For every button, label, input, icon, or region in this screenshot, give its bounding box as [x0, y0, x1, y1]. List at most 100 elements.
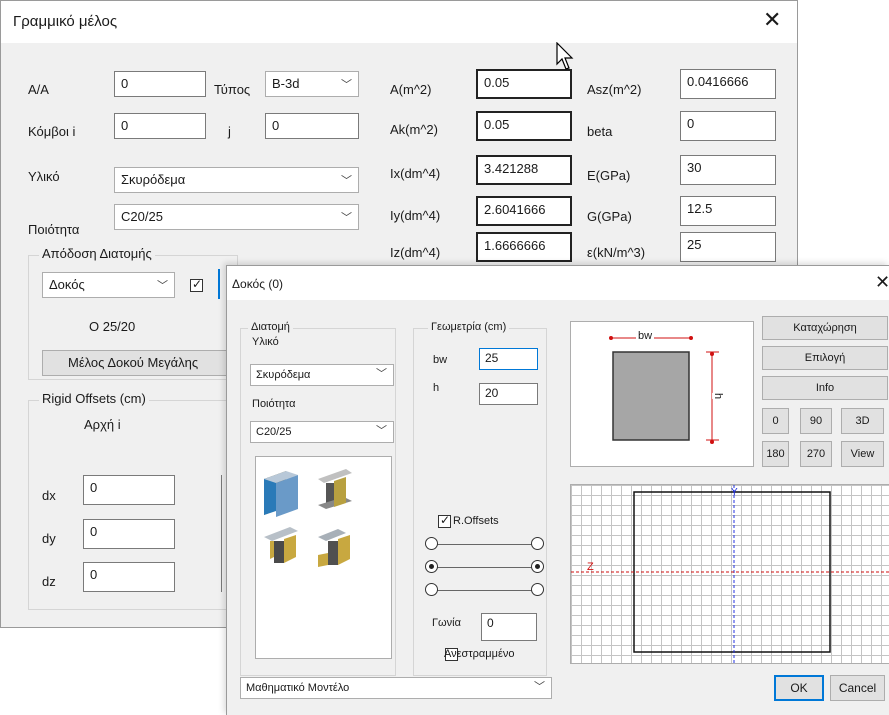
dz-field[interactable]: 0: [83, 562, 175, 592]
beam-dialog: Δοκός (0) ✕ Διατομή Υλικό Σκυρόδεμα ﹀ Πο…: [226, 265, 889, 715]
type-select[interactable]: B-3d ﹀: [265, 71, 359, 97]
dialog-section-label: Διατομή: [248, 321, 293, 333]
plan-grid[interactable]: Y Z: [570, 484, 889, 664]
Asz-field[interactable]: 0.0416666: [680, 69, 776, 99]
type-label: Τύπος: [214, 82, 251, 97]
Ak-label: Ak(m^2): [390, 122, 438, 137]
aa-label: A/A: [28, 82, 49, 97]
view-180-button[interactable]: 180: [762, 441, 789, 467]
model-value: Μαθηματικό Μοντέλο: [246, 682, 350, 694]
G-field[interactable]: 12.5: [680, 196, 776, 226]
section-checkbox[interactable]: ✓: [190, 277, 203, 292]
radio-mid-right[interactable]: [531, 560, 544, 573]
quality-label: Ποιότητα: [28, 222, 80, 237]
eps-label: ε(kN/m^3): [587, 245, 646, 260]
radio-bottom-left[interactable]: [425, 583, 438, 596]
bw-field[interactable]: 25: [479, 348, 538, 370]
cancel-button[interactable]: Cancel: [830, 675, 885, 701]
E-field[interactable]: 30: [680, 155, 776, 185]
chevron-down-icon: ﹀: [157, 280, 168, 292]
dx-label: dx: [42, 488, 56, 503]
dy-label: dy: [42, 531, 56, 546]
Iy-label: Iy(dm^4): [390, 208, 441, 223]
chevron-down-icon: ﹀: [341, 175, 352, 187]
material-value: Σκυρόδεμα: [121, 172, 186, 187]
dialog-titlebar: Δοκός (0) ✕: [227, 266, 889, 300]
A-field[interactable]: 0.05: [476, 69, 572, 99]
section-shapes-icon: [264, 469, 352, 567]
dialog-quality-select[interactable]: C20/25 ﹀: [250, 421, 394, 443]
aa-field[interactable]: 0: [114, 71, 206, 97]
eps-field[interactable]: 25: [680, 232, 776, 262]
node-j-field[interactable]: 0: [265, 113, 359, 139]
view-90-button[interactable]: 90: [800, 408, 832, 434]
dialog-material-select[interactable]: Σκυρόδεμα ﹀: [250, 364, 394, 386]
dialog-quality-value: C20/25: [256, 426, 292, 438]
Ix-label: Ix(dm^4): [390, 166, 441, 181]
save-button[interactable]: Καταχώρηση: [762, 316, 888, 340]
model-select[interactable]: Μαθηματικό Μοντέλο ﹀: [240, 677, 552, 699]
ok-button[interactable]: OK: [774, 675, 824, 701]
dx-field[interactable]: 0: [83, 475, 175, 505]
angle-field[interactable]: 0: [481, 613, 537, 641]
beam-member-label: Μέλος Δοκού Μεγάλης: [68, 355, 199, 370]
chevron-down-icon: ﹀: [376, 425, 387, 437]
axis-y-label: Y: [731, 487, 738, 498]
G-label: G(GPa): [587, 209, 632, 224]
radio-line-1: [437, 544, 537, 545]
section-type-select[interactable]: Δοκός ﹀: [42, 272, 175, 298]
beam-member-button[interactable]: Μέλος Δοκού Μεγάλης: [42, 350, 232, 376]
section-type-value: Δοκός: [49, 277, 85, 292]
radio-top-left[interactable]: [425, 537, 438, 550]
section-shapes-panel[interactable]: [255, 456, 392, 659]
close-icon[interactable]: ✕: [763, 9, 781, 31]
info-button[interactable]: Info: [762, 376, 888, 400]
radio-mid-left[interactable]: [425, 560, 438, 573]
quality-select[interactable]: C20/25 ﹀: [114, 204, 359, 230]
dy-field[interactable]: 0: [83, 519, 175, 549]
t-section-icon: [264, 527, 298, 563]
Ix-field[interactable]: 3.421288: [476, 155, 572, 185]
section-focus-edge: [218, 269, 222, 299]
beta-field[interactable]: 0: [680, 111, 776, 141]
Iz-label: Iz(dm^4): [390, 245, 441, 260]
l-section-icon: [318, 529, 350, 567]
view-view-button[interactable]: View: [841, 441, 884, 467]
view-270-button[interactable]: 270: [800, 441, 832, 467]
dialog-quality-label: Ποιότητα: [252, 398, 296, 410]
material-select[interactable]: Σκυρόδεμα ﹀: [114, 167, 359, 193]
preview-bw-label: bw: [636, 330, 655, 342]
roffsets-checkbox[interactable]: ✓: [438, 513, 451, 528]
section-preview: bw h: [570, 321, 754, 467]
geometry-label: Γεωμετρία (cm): [428, 321, 510, 333]
main-titlebar: Γραμμικό μέλος ✕: [1, 1, 797, 43]
E-label: E(GPa): [587, 168, 631, 183]
Ak-field[interactable]: 0.05: [476, 111, 572, 141]
select-button[interactable]: Επιλογή: [762, 346, 888, 370]
rect-section-icon: [264, 471, 298, 517]
radio-bottom-right[interactable]: [531, 583, 544, 596]
h-field[interactable]: 20: [479, 383, 538, 405]
view-0-button[interactable]: 0: [762, 408, 789, 434]
preview-h-label: h: [712, 392, 725, 400]
mouse-cursor-icon: [556, 42, 574, 70]
type-value: B-3d: [272, 76, 300, 91]
bw-label: bw: [433, 354, 448, 366]
dialog-title: Δοκός (0): [232, 277, 283, 291]
dialog-material-label: Υλικό: [252, 336, 279, 348]
node-i-field[interactable]: 0: [114, 113, 206, 139]
section-group-label: Απόδοση Διατομής: [39, 246, 155, 261]
radio-top-right[interactable]: [531, 537, 544, 550]
radio-line-3: [437, 590, 537, 591]
Iz-field[interactable]: 1.6666666: [476, 232, 572, 262]
window-title: Γραμμικό μέλος: [13, 13, 118, 30]
dz-label: dz: [42, 574, 56, 589]
inverted-label: Ανεστραμμένο: [444, 648, 515, 660]
dialog-close-icon[interactable]: ✕: [875, 272, 889, 293]
Iy-field[interactable]: 2.6041666: [476, 196, 572, 226]
section-name: O 25/20: [89, 319, 136, 334]
i-section-icon: [318, 469, 352, 509]
view-3d-button[interactable]: 3D: [841, 408, 884, 434]
offsets-group-label: Rigid Offsets (cm): [39, 391, 149, 406]
node-j-label: j: [228, 124, 231, 139]
